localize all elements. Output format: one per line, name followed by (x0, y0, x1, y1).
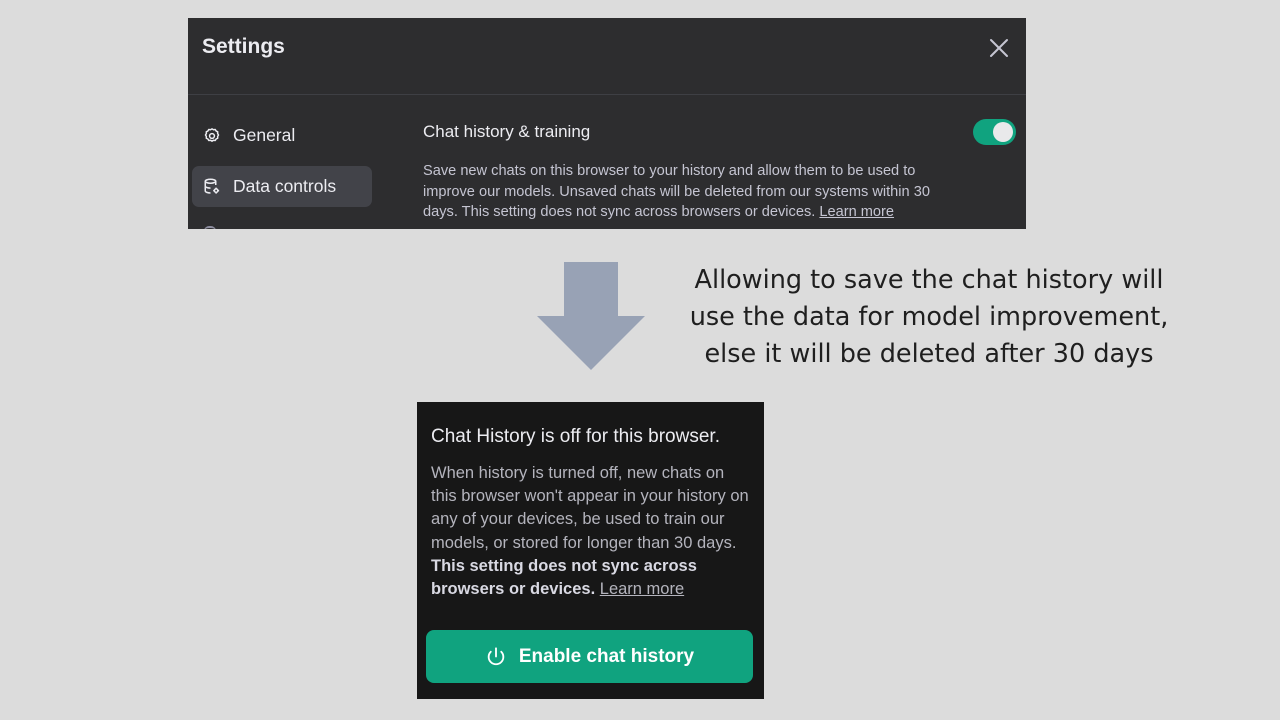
enable-chat-history-label: Enable chat history (518, 645, 695, 667)
annotation-text: Allowing to save the chat history will u… (660, 262, 1198, 373)
gear-icon (202, 126, 222, 146)
annotation-line: else it will be deleted after 30 days (704, 339, 1154, 369)
history-off-description-text: When history is turned off, new chats on… (431, 464, 749, 552)
learn-more-link[interactable]: Learn more (600, 580, 684, 598)
settings-dialog: Settings General Data controls Chat hist… (188, 18, 1026, 229)
sidebar-item-label: Data controls (233, 176, 337, 196)
enable-chat-history-button[interactable]: Enable chat history (426, 630, 753, 683)
database-icon (202, 177, 222, 197)
history-off-title: Chat History is off for this browser. (431, 426, 720, 447)
power-icon (487, 646, 505, 665)
sidebar-item-label: General (233, 125, 296, 145)
settings-header: Settings (188, 18, 1026, 95)
chat-history-setting-title: Chat history & training (423, 122, 591, 141)
chat-history-toggle[interactable] (973, 119, 1016, 145)
annotation-line: Allowing to save the chat history will (694, 265, 1164, 295)
settings-title: Settings (202, 35, 285, 58)
sidebar-item-data-controls[interactable]: Data controls (192, 166, 372, 207)
annotation-line: use the data for model improvement, (689, 302, 1169, 332)
chat-history-off-panel: Chat History is off for this browser. Wh… (417, 402, 764, 699)
chat-history-description: Save new chats on this browser to your h… (423, 161, 953, 223)
history-off-description: When history is turned off, new chats on… (431, 462, 749, 601)
sidebar-item-partial-icon (204, 226, 216, 229)
down-arrow-icon (537, 262, 645, 370)
sidebar-item-general[interactable]: General (192, 115, 372, 156)
learn-more-link[interactable]: Learn more (819, 204, 894, 220)
toggle-knob (993, 122, 1013, 142)
close-button[interactable] (986, 35, 1012, 61)
close-icon (990, 39, 1008, 57)
